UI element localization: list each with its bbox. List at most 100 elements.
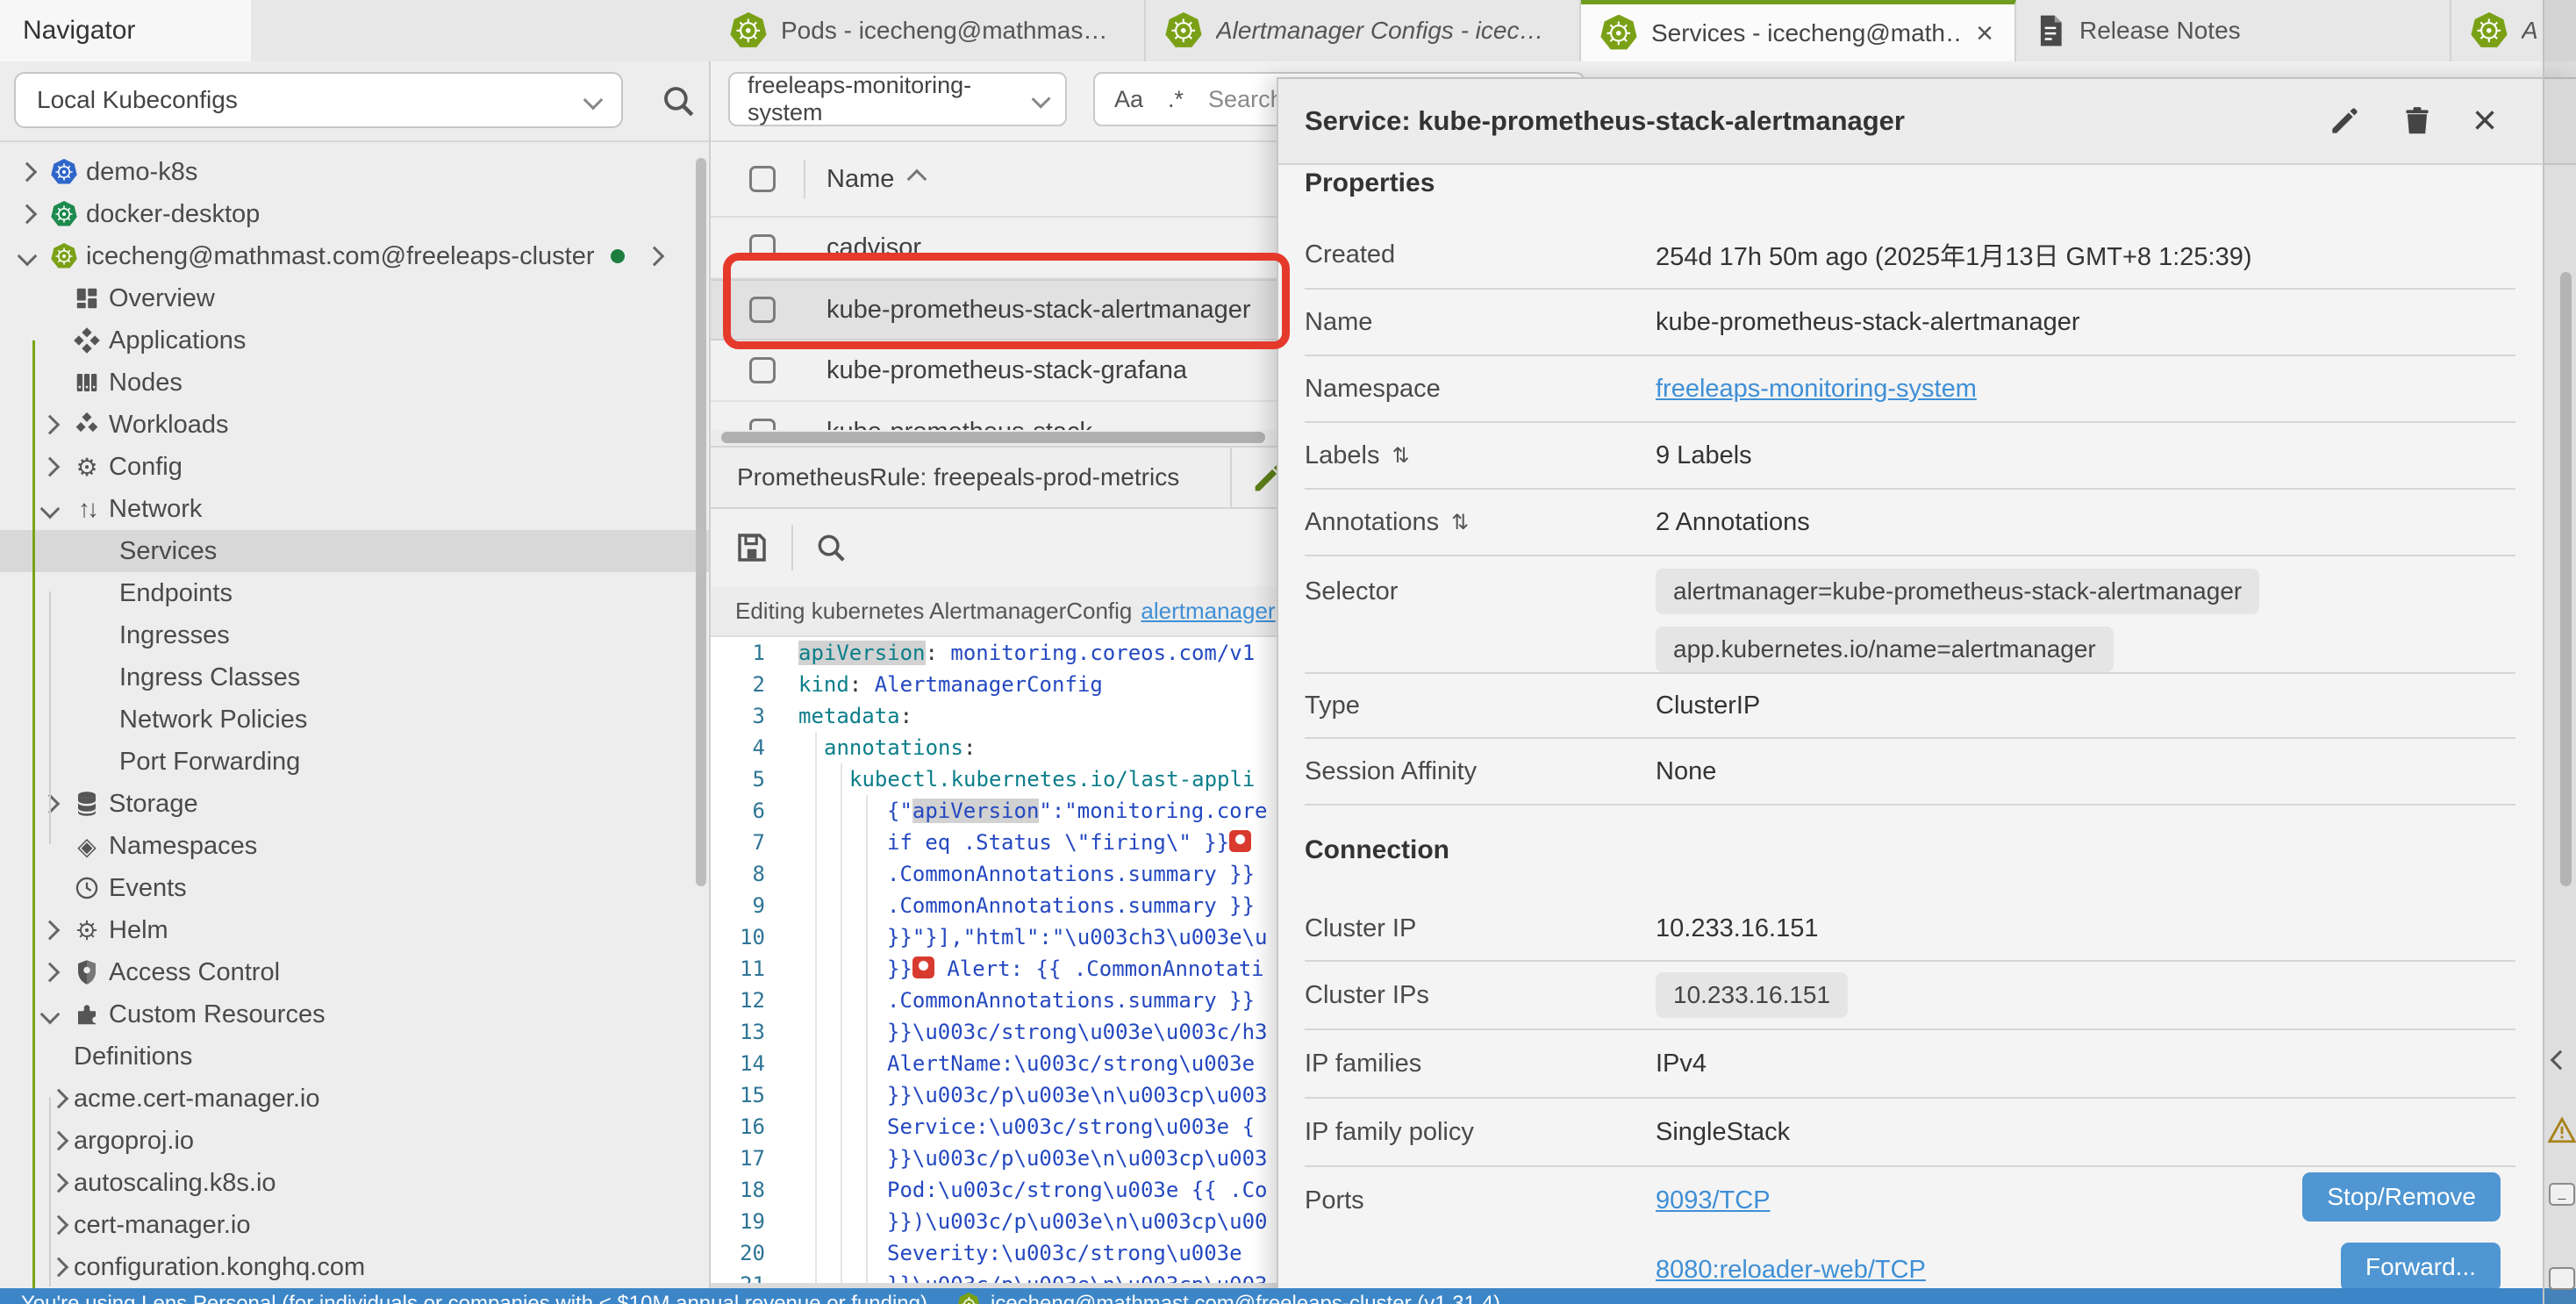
select-all-checkbox[interactable] (749, 166, 776, 192)
sidebar-item-ingress-classes[interactable]: Ingress Classes (0, 656, 709, 699)
sidebar-item-label: autoscaling.k8s.io (74, 1169, 276, 1198)
tree-indent-guide (49, 591, 51, 844)
sidebar-item-workloads[interactable]: Workloads (0, 404, 709, 446)
close-icon[interactable]: × (2472, 100, 2497, 142)
alertmanager-config-link[interactable]: alertmanager (1141, 598, 1275, 625)
warning-icon[interactable] (2547, 1116, 2576, 1144)
search-icon[interactable] (814, 531, 848, 564)
sidebar-item-label: Workloads (109, 411, 228, 440)
tab-pods[interactable]: Pods - icecheng@mathmas… (711, 0, 1146, 61)
chevron-right-icon (49, 1257, 69, 1278)
tab-close-icon[interactable]: × (1974, 18, 1995, 48)
search-icon[interactable] (660, 82, 697, 119)
port-link-8080[interactable]: 8080:reloader-web/TCP (1656, 1256, 1926, 1285)
namespace-select[interactable]: freeleaps-monitoring-system (728, 72, 1067, 126)
tab-partial[interactable]: A (2451, 0, 2557, 61)
chevron-down-icon (18, 247, 38, 267)
sidebar-scrollbar[interactable] (696, 158, 706, 886)
forward-button[interactable]: Forward... (2341, 1243, 2501, 1292)
sidebar-item-applications[interactable]: Applications (0, 319, 709, 362)
stop-remove-button[interactable]: Stop/Remove (2302, 1172, 2501, 1222)
sidebar-item-services[interactable]: Services (0, 530, 709, 572)
kubernetes-icon (51, 159, 77, 185)
kubeconfig-select[interactable]: Local Kubeconfigs (14, 72, 623, 128)
name-column-header[interactable]: Name (826, 165, 894, 194)
sidebar-item-network-policies[interactable]: Network Policies (0, 699, 709, 741)
name-value: kube-prometheus-stack-alertmanager (1656, 308, 2080, 337)
sort-icon[interactable]: ⇅ (1392, 443, 1409, 469)
type-value: ClusterIP (1656, 691, 1760, 720)
created-label: Created (1305, 240, 1656, 269)
sidebar-item-helm[interactable]: Helm (0, 909, 709, 951)
match-case-toggle[interactable]: Aa (1114, 86, 1143, 113)
sidebar-item-docker-desktop[interactable]: docker-desktop (0, 193, 709, 235)
sidebar-item-ingresses[interactable]: Ingresses (0, 614, 709, 656)
sidebar-item-nodes[interactable]: Nodes (0, 362, 709, 404)
edit-icon[interactable] (2327, 104, 2362, 139)
sidebar-item-definitions[interactable]: Definitions (0, 1035, 709, 1078)
status-bar: You're using Lens Personal (for individu… (0, 1288, 2576, 1304)
sidebar-item-label: cert-manager.io (74, 1211, 251, 1240)
notification-icon[interactable] (2549, 1267, 2575, 1290)
cluster-scope-accent-line (32, 340, 35, 1288)
annotations-value[interactable]: 2 Annotations (1656, 508, 1810, 537)
sidebar-item-custom-resources[interactable]: Custom Resources (0, 993, 709, 1035)
sidebar-item-freeleaps-cluster[interactable]: icecheng@mathmast.com@freeleaps-cluster (0, 235, 709, 277)
sidebar-item-port-forwarding[interactable]: Port Forwarding (0, 741, 709, 783)
sidebar-item-argoproj[interactable]: argoproj.io (0, 1120, 709, 1162)
tab-label: Services - icecheng@math… (1651, 19, 1960, 47)
chevron-right-icon (49, 1131, 69, 1151)
sidebar-item-label: Ingresses (119, 621, 230, 650)
sidebar-item-storage[interactable]: Storage (0, 783, 709, 825)
tab-bar: Pods - icecheng@mathmas… Alertmanager Co… (711, 0, 2576, 61)
sort-asc-icon[interactable] (907, 169, 927, 190)
cluster-ip-row: Cluster IP 10.233.16.151 (1305, 897, 2515, 962)
siren-icon (1229, 830, 1251, 852)
status-dot (611, 249, 625, 263)
save-icon[interactable] (733, 529, 770, 566)
annotations-row: Annotations⇅ 2 Annotations (1305, 490, 2515, 556)
port-link-9093[interactable]: 9093/TCP (1656, 1186, 1926, 1215)
drawer-title: Service: kube-prometheus-stack-alertmana… (1305, 105, 1905, 137)
sidebar-item-namespaces[interactable]: ◈ Namespaces (0, 825, 709, 867)
document-icon (2036, 14, 2065, 47)
tab-release-notes[interactable]: Release Notes (2016, 0, 2451, 61)
row-checkbox[interactable] (749, 419, 776, 430)
scrollbar-thumb[interactable] (721, 432, 1265, 443)
chevron-left-icon[interactable] (2551, 1050, 2571, 1071)
service-name: kube-prometheus-stack-… (826, 418, 1127, 431)
regex-toggle[interactable]: .* (1168, 86, 1184, 113)
sort-icon[interactable]: ⇅ (1451, 510, 1469, 535)
sidebar-item-autoscaling[interactable]: autoscaling.k8s.io (0, 1162, 709, 1204)
sidebar-item-config[interactable]: ⚙ Config (0, 446, 709, 488)
navigator-sidebar: Local Kubeconfigs demo-k8s docker-deskto… (0, 61, 711, 1288)
row-checkbox[interactable] (749, 357, 776, 383)
sidebar-item-configuration-konghq[interactable]: configuration.konghq.com (0, 1246, 709, 1288)
sidebar-item-events[interactable]: Events (0, 867, 709, 909)
lens-app-window: Navigator Pods - icecheng@mathmas… Alert… (0, 0, 2576, 1304)
ip-families-row: IP families IPv4 (1305, 1030, 2515, 1099)
tab-services-active[interactable]: Services - icecheng@math… × (1581, 0, 2016, 61)
tab-alertmanager-configs[interactable]: Alertmanager Configs - icec… (1146, 0, 1581, 61)
sidebar-item-demo-k8s[interactable]: demo-k8s (0, 151, 709, 193)
sidebar-item-endpoints[interactable]: Endpoints (0, 572, 709, 614)
chevron-right-icon[interactable] (644, 247, 664, 267)
labels-label: Labels (1305, 441, 1379, 470)
sidebar-item-cert-manager[interactable]: cert-manager.io (0, 1204, 709, 1246)
workloads-icon (65, 412, 109, 438)
sidebar-item-network[interactable]: ↑↓ Network (0, 488, 709, 530)
sidebar-item-acme-cert-manager[interactable]: acme.cert-manager.io (0, 1078, 709, 1120)
chevron-right-icon (49, 1215, 69, 1236)
sidebar-item-access-control[interactable]: Access Control (0, 951, 709, 993)
labels-value[interactable]: 9 Labels (1656, 441, 1752, 470)
siren-icon (912, 957, 934, 978)
tab-label: A (2522, 17, 2537, 45)
active-cluster-label[interactable]: icecheng@mathmast.com@freeleaps-cluster … (991, 1292, 1500, 1304)
namespace-select-value: freeleaps-monitoring-system (748, 72, 1034, 126)
namespace-link[interactable]: freeleaps-monitoring-system (1656, 375, 1977, 404)
sidebar-item-label: Overview (109, 284, 215, 313)
delete-icon[interactable] (2401, 104, 2434, 139)
terminal-icon[interactable]: _ (2549, 1183, 2575, 1206)
sidebar-item-overview[interactable]: Overview (0, 277, 709, 319)
tab-label: Pods - icecheng@mathmas… (781, 17, 1125, 45)
